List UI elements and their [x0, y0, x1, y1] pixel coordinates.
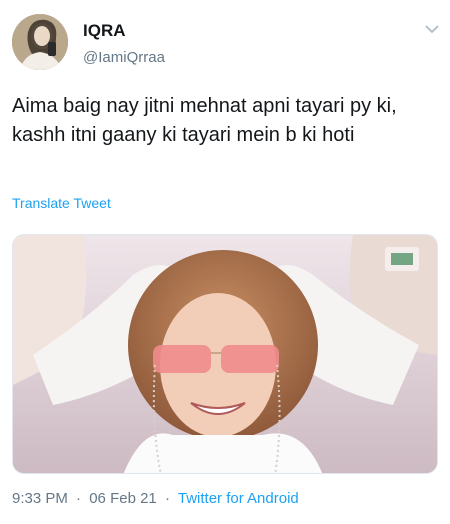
meta-separator: ·	[164, 490, 170, 507]
media-photo	[13, 235, 437, 473]
meta-separator: ·	[76, 490, 82, 507]
tweet-card: IQRA @IamiQrraa Aima baig nay jitni mehn…	[0, 0, 450, 524]
display-name[interactable]: IQRA	[83, 21, 126, 41]
avatar[interactable]	[12, 14, 68, 70]
tweet-media[interactable]	[12, 234, 438, 474]
tweet-source[interactable]: Twitter for Android	[178, 490, 299, 507]
avatar-photo	[12, 14, 68, 70]
user-handle[interactable]: @IamiQrraa	[83, 49, 165, 66]
tweet-time[interactable]: 9:33 PM	[12, 490, 68, 507]
tweet-meta: 9:33 PM · 06 Feb 21 · Twitter for Androi…	[12, 490, 299, 507]
translate-tweet-link[interactable]: Translate Tweet	[12, 195, 111, 211]
tweet-date[interactable]: 06 Feb 21	[89, 490, 157, 507]
chevron-down-icon[interactable]	[425, 24, 439, 34]
tweet-text: Aima baig nay jitni mehnat apni tayari p…	[12, 95, 397, 146]
